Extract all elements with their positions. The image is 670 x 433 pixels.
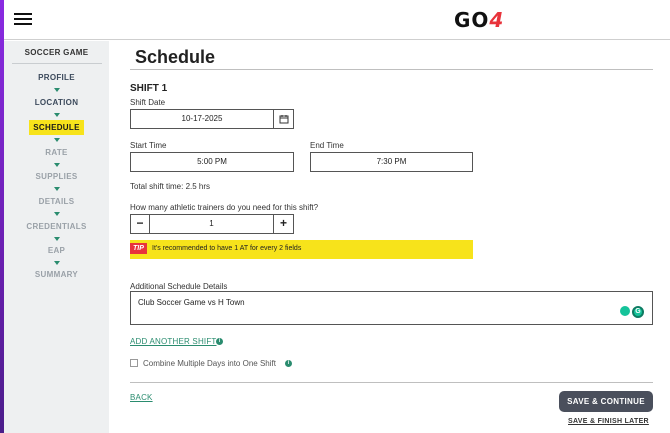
start-time-label: Start Time [130,141,167,150]
details-textarea[interactable]: Club Soccer Game vs H Town G [130,291,653,325]
step-arrow-icon [54,88,60,92]
step-arrow-icon [54,261,60,265]
info-icon[interactable]: i [285,360,292,367]
step-profile-label: PROFILE [38,73,75,82]
step-arrow-icon [54,212,60,216]
calendar-button[interactable] [273,109,294,129]
total-shift-time: Total shift time: 2.5 hrs [130,182,211,191]
step-arrow-icon [54,163,60,167]
step-schedule[interactable]: SCHEDULE [4,120,109,135]
end-time-input[interactable]: 7:30 PM [310,152,473,172]
step-schedule-label: SCHEDULE [29,120,84,135]
grammarly-icon[interactable]: G [632,306,644,318]
details-text: Club Soccer Game vs H Town [138,298,245,307]
step-supplies: SUPPLIES [4,172,109,181]
step-arrow-icon [54,187,60,191]
step-location[interactable]: LOCATION [4,98,109,107]
step-summary-label: SUMMARY [34,270,79,279]
trainers-count-input[interactable]: 1 [149,214,274,234]
shift-date-label: Shift Date [130,98,166,107]
logo-accent: 4 [489,8,505,32]
step-supplies-label: SUPPLIES [35,172,78,181]
tip-text: It's recommended to have 1 AT for every … [152,245,302,252]
grammarly-widget[interactable]: G [620,306,644,318]
logo-main: GO [454,8,490,32]
step-arrow-icon [54,138,60,142]
step-rate: RATE [4,148,109,157]
top-header: GO4 [4,0,670,40]
sidebar-divider [12,63,102,64]
info-icon[interactable]: i [216,338,223,345]
shift-date-input[interactable]: 10-17-2025 [130,109,274,129]
step-arrow-icon [54,237,60,241]
back-link[interactable]: BACK [130,393,153,402]
trainers-question: How many athletic trainers do you need f… [130,203,319,212]
step-summary: SUMMARY [4,270,109,279]
step-credentials: CREDENTIALS [4,222,109,231]
page-title: Schedule [135,47,216,67]
calendar-icon [279,115,288,124]
tip-badge: TIP [130,243,147,254]
step-eap: EAP [4,246,109,255]
combine-days-label[interactable]: Combine Multiple Days into One Shift [143,359,276,368]
step-profile[interactable]: PROFILE [4,73,109,82]
title-divider [130,69,653,70]
step-location-label: LOCATION [34,98,79,107]
bottom-divider [130,382,653,383]
details-label: Additional Schedule Details [130,282,228,291]
save-continue-button[interactable]: SAVE & CONTINUE [559,391,653,412]
combine-days-checkbox[interactable] [130,359,138,367]
shift-heading: SHIFT 1 [130,83,168,94]
trainers-increment-button[interactable]: + [273,214,294,234]
step-eap-label: EAP [47,246,66,255]
save-finish-later-link[interactable]: SAVE & FINISH LATER [568,418,649,425]
step-details: DETAILS [4,197,109,206]
start-time-input[interactable]: 5:00 PM [130,152,294,172]
end-time-label: End Time [310,141,344,150]
hamburger-menu-icon[interactable] [14,13,32,27]
add-another-shift-link[interactable]: ADD ANOTHER SHIFT [130,337,217,346]
sidebar-title: SOCCER GAME [24,48,89,57]
step-details-label: DETAILS [38,197,75,206]
grammarly-bulb-icon[interactable] [620,306,630,316]
go4-logo[interactable]: GO4 [454,8,504,32]
step-rate-label: RATE [45,148,68,157]
step-arrow-icon [54,113,60,117]
tip-banner: TIP It's recommended to have 1 AT for ev… [130,240,473,259]
trainers-decrement-button[interactable]: − [130,214,150,234]
step-credentials-label: CREDENTIALS [26,222,87,231]
progress-sidebar: SOCCER GAME PROFILE LOCATION SCHEDULE RA… [4,41,109,433]
